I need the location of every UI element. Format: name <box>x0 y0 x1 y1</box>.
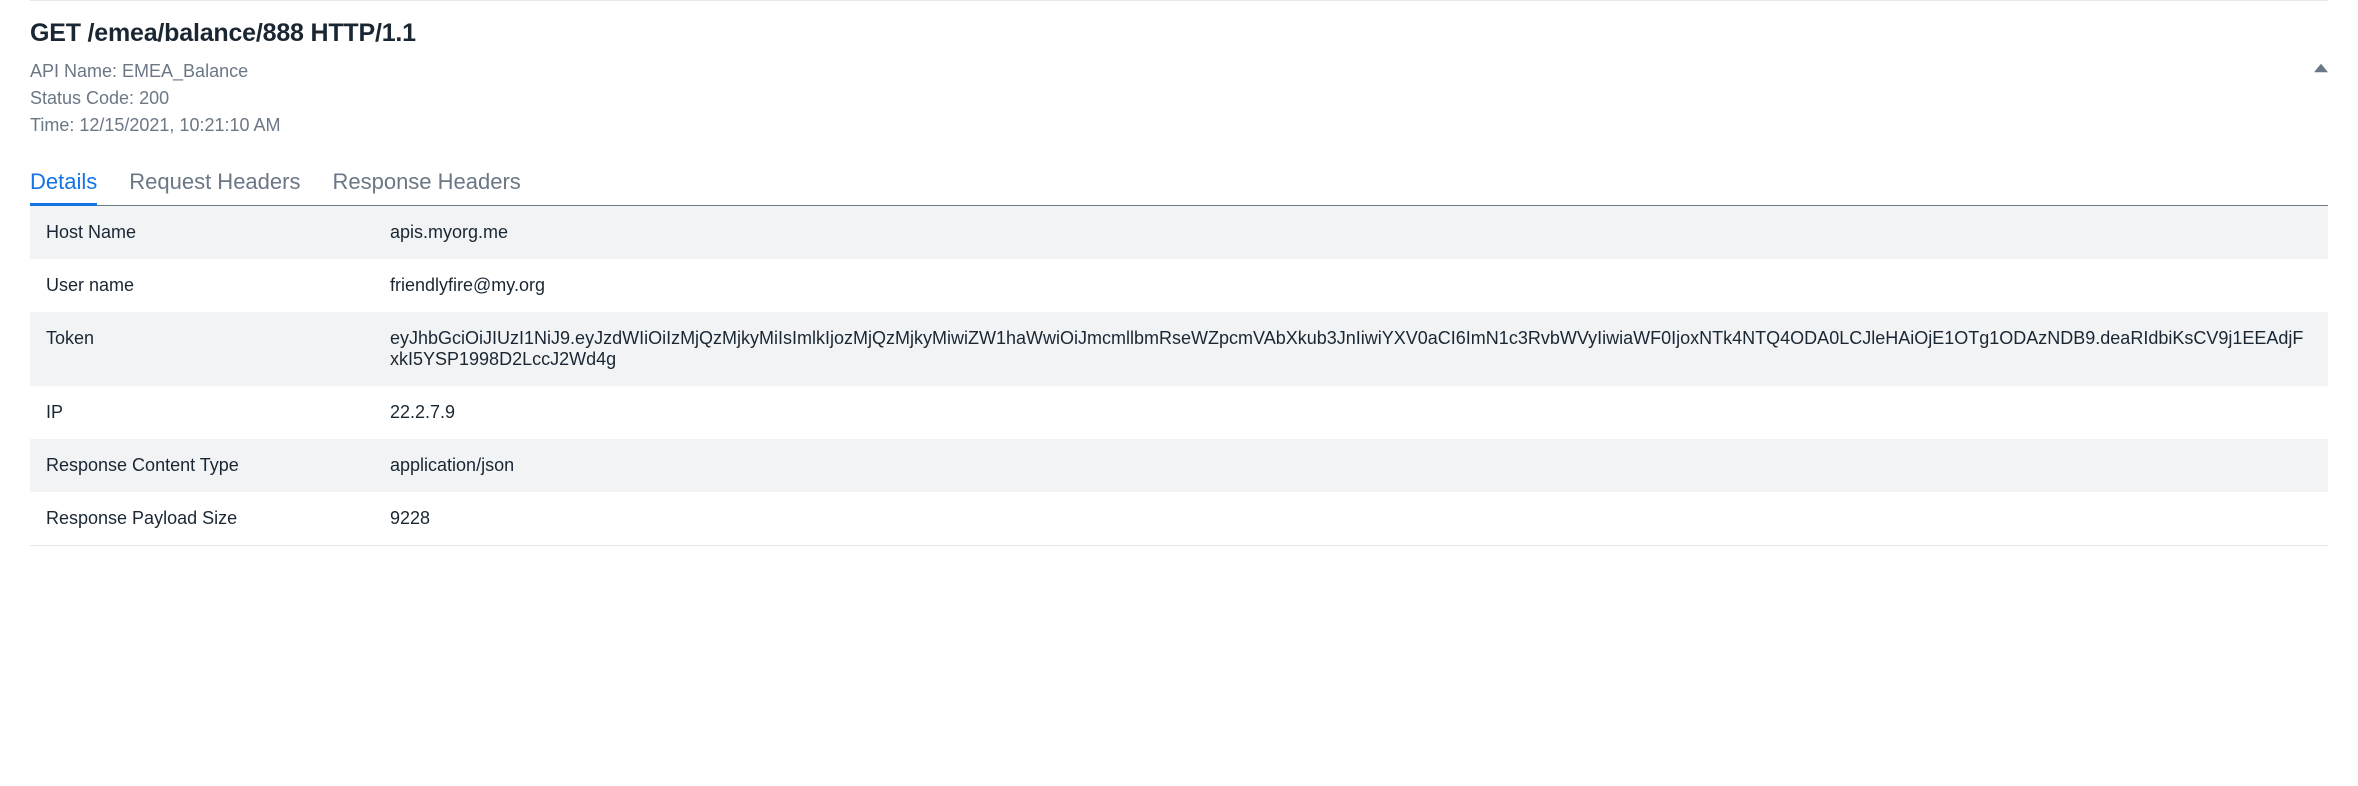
table-row: User name friendlyfire@my.org <box>30 259 2328 312</box>
request-header-section: GET /emea/balance/888 HTTP/1.1 API Name:… <box>30 19 2328 139</box>
caret-up-icon <box>2314 61 2328 75</box>
detail-label-token: Token <box>30 312 390 386</box>
api-name-label: API Name: <box>30 61 122 81</box>
api-name-line: API Name: EMEA_Balance <box>30 58 2328 85</box>
detail-label-payload-size: Response Payload Size <box>30 492 390 545</box>
status-code-value: 200 <box>139 88 169 108</box>
detail-value-hostname: apis.myorg.me <box>390 206 2328 259</box>
table-row: Host Name apis.myorg.me <box>30 206 2328 259</box>
status-code-label: Status Code: <box>30 88 139 108</box>
detail-label-ip: IP <box>30 386 390 439</box>
detail-value-token: eyJhbGciOiJIUzI1NiJ9.eyJzdWIiOiIzMjQzMjk… <box>390 312 2328 386</box>
table-row: IP 22.2.7.9 <box>30 386 2328 439</box>
detail-label-hostname: Host Name <box>30 206 390 259</box>
collapse-toggle[interactable] <box>2314 61 2328 75</box>
api-name-value: EMEA_Balance <box>122 61 248 81</box>
detail-label-content-type: Response Content Type <box>30 439 390 492</box>
details-table: Host Name apis.myorg.me User name friend… <box>30 206 2328 545</box>
table-row: Response Content Type application/json <box>30 439 2328 492</box>
table-row: Response Payload Size 9228 <box>30 492 2328 545</box>
time-line: Time: 12/15/2021, 10:21:10 AM <box>30 112 2328 139</box>
time-value: 12/15/2021, 10:21:10 AM <box>79 115 280 135</box>
request-title: GET /emea/balance/888 HTTP/1.1 <box>30 19 2328 48</box>
top-divider <box>30 0 2328 1</box>
detail-value-username: friendlyfire@my.org <box>390 259 2328 312</box>
tabs: Details Request Headers Response Headers <box>30 169 2328 206</box>
tab-request-headers[interactable]: Request Headers <box>129 169 300 205</box>
detail-value-payload-size: 9228 <box>390 492 2328 545</box>
time-label: Time: <box>30 115 79 135</box>
bottom-divider <box>30 545 2328 546</box>
detail-value-ip: 22.2.7.9 <box>390 386 2328 439</box>
table-row: Token eyJhbGciOiJIUzI1NiJ9.eyJzdWIiOiIzM… <box>30 312 2328 386</box>
tab-details[interactable]: Details <box>30 169 97 205</box>
status-code-line: Status Code: 200 <box>30 85 2328 112</box>
tab-response-headers[interactable]: Response Headers <box>332 169 520 205</box>
detail-label-username: User name <box>30 259 390 312</box>
detail-value-content-type: application/json <box>390 439 2328 492</box>
